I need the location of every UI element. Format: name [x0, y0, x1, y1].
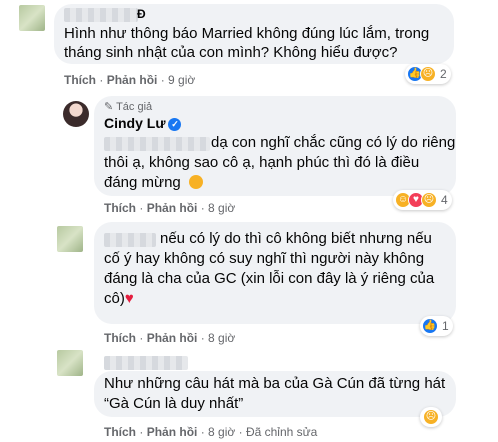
sad-reaction-icon: ☹ [423, 409, 439, 425]
comment-time[interactable]: 8 giờ [208, 425, 235, 439]
comment-actions: Thích · Phản hồi · 8 giờ [104, 330, 235, 346]
like-reaction-icon: 👍 [422, 318, 438, 334]
like-button[interactable]: Thích [104, 331, 136, 345]
avatar[interactable] [57, 226, 83, 252]
comment-actions: Thích · Phản hồi · 9 giờ [64, 72, 195, 88]
verified-icon: ✓ [168, 117, 182, 131]
comment-text-line: “Gà Cún là duy nhất” [104, 395, 244, 412]
heart-emoji-icon: ♥ [124, 290, 134, 307]
sad-reaction-icon: ☹ [420, 66, 436, 82]
reaction-count: 2 [440, 67, 447, 81]
comment-actions: Thích · Phản hồi · 8 giờ [104, 200, 235, 216]
separator: · [200, 201, 205, 215]
comment-text-line: đáng mừng [104, 173, 203, 193]
reply-button[interactable]: Phản hồi [147, 425, 198, 439]
comment-text-line: Như những câu hát mà ba của Gà Cún đã từ… [104, 375, 446, 392]
redacted-mention[interactable] [104, 233, 156, 247]
reply-button[interactable]: Phản hồi [147, 201, 198, 215]
reaction-summary[interactable]: ☹ [420, 407, 442, 427]
comment-author-name[interactable]: Cindy Lư ✓ [104, 113, 182, 133]
reply-button[interactable]: Phản hồi [147, 331, 198, 345]
author-avatar[interactable] [63, 101, 89, 127]
comment-text-line: thôi ạ, không sao cô ạ, hạnh phúc thì đó… [104, 154, 420, 171]
separator: · [139, 201, 144, 215]
separator: · [160, 73, 165, 87]
avatar[interactable] [19, 5, 45, 31]
comment-text-line: nếu có lý do thì cô không biết nhưng nếu [160, 230, 432, 247]
reaction-summary[interactable]: ☺ ♥ ☹ 4 [393, 190, 452, 210]
redacted-author-name[interactable] [64, 8, 138, 22]
comment-author-suffix: Đ [137, 7, 146, 21]
separator: · [139, 331, 144, 345]
reaction-count: 4 [441, 193, 448, 207]
reaction-summary[interactable]: 👍 ☹ 2 [405, 64, 451, 84]
comment-actions: Thích · Phản hồi · 8 giờ · Đã chỉnh sửa [104, 424, 317, 440]
comment-text-line: Hình như thông báo Married không đúng lú… [64, 25, 430, 42]
comment-text-line: dạ con nghĩ chắc cũng có lý do riêng [211, 134, 456, 151]
pencil-icon: ✎ [104, 101, 114, 113]
comment-time[interactable]: 8 giờ [208, 331, 235, 345]
like-button[interactable]: Thích [104, 425, 136, 439]
author-badge: ✎ Tác giả [104, 100, 152, 113]
reaction-count: 1 [442, 319, 449, 333]
comment-text-fragment: đáng mừng [104, 174, 181, 191]
comment-time[interactable]: 8 giờ [208, 201, 235, 215]
separator: · [200, 331, 205, 345]
comment-text-line: đáng là cha của GC (xin lỗi con đây là ý… [104, 270, 435, 287]
comment-text-line: cô)♥ [104, 289, 134, 309]
reaction-summary[interactable]: 👍 1 [420, 316, 453, 336]
avatar[interactable] [57, 350, 83, 376]
separator: · [238, 425, 243, 439]
separator: · [200, 425, 205, 439]
reply-button[interactable]: Phản hồi [107, 73, 158, 87]
smile-emoji-icon [188, 175, 203, 189]
separator: · [139, 425, 144, 439]
comment-text-line: tháng sinh nhật của con mình? Không hiểu… [64, 44, 398, 61]
like-button[interactable]: Thích [64, 73, 96, 87]
like-button[interactable]: Thích [104, 201, 136, 215]
edited-label: Đã chỉnh sửa [245, 425, 318, 439]
author-badge-label: Tác giả [116, 101, 153, 113]
separator: · [99, 73, 104, 87]
redacted-author-name[interactable] [104, 356, 188, 370]
sad-reaction-icon: ☹ [421, 192, 437, 208]
comment-text-fragment: cô) [104, 290, 125, 307]
comment-text-line: cố ý hay không có suy nghĩ thì người này… [104, 250, 425, 267]
redacted-mention[interactable] [104, 137, 210, 151]
author-name-text: Cindy Lư [104, 115, 166, 131]
comment-time[interactable]: 9 giờ [168, 73, 195, 87]
